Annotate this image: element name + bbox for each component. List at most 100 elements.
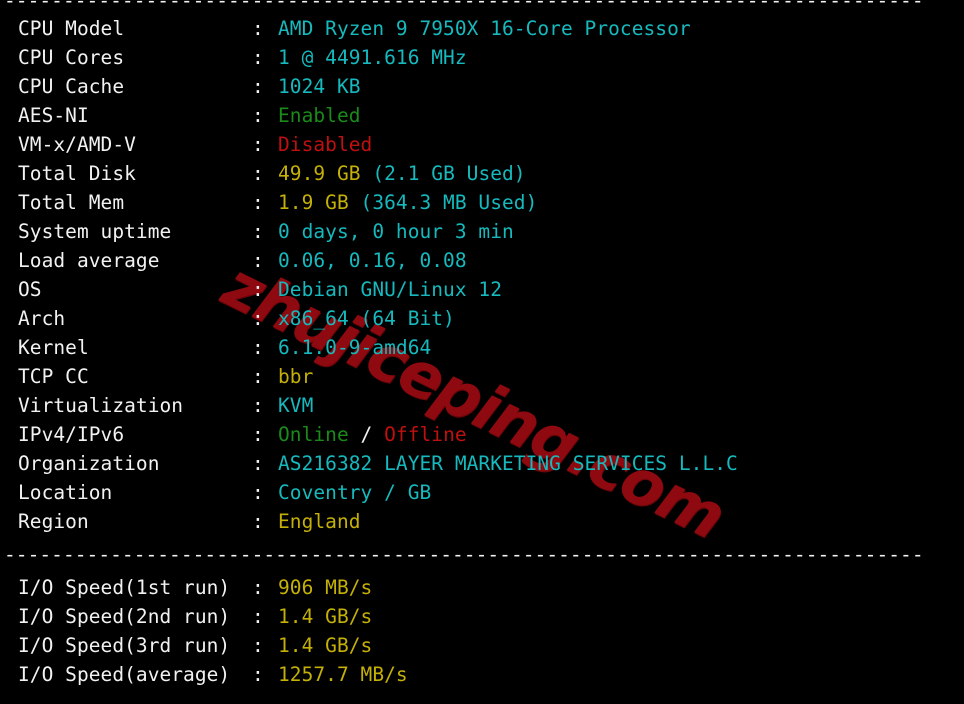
- value-segment: x86_64 (64 Bit): [278, 307, 455, 330]
- info-row: TCP CC: bbr: [0, 362, 964, 391]
- info-row: IPv4/IPv6: Online / Offline: [0, 420, 964, 449]
- info-row-value: 1.4 GB/s: [278, 634, 372, 657]
- info-row-label: I/O Speed(3rd run): [18, 634, 231, 657]
- info-row-value: England: [278, 510, 361, 533]
- value-segment: Coventry / GB: [278, 481, 432, 504]
- info-row-label: Total Mem: [18, 191, 125, 214]
- info-row: CPU Cores:1 @ 4491.616 MHz: [0, 43, 964, 72]
- info-row-colon: :: [252, 162, 264, 185]
- info-row: System uptime:0 days, 0 hour 3 min: [0, 217, 964, 246]
- info-row-colon: :: [252, 663, 264, 686]
- info-row: Virtualization: KVM: [0, 391, 964, 420]
- info-row-label: Organization: [18, 452, 160, 475]
- info-row-value: AS216382 LAYER MARKETING SERVICES L.L.C: [278, 452, 738, 475]
- value-segment: 1024 KB: [278, 75, 361, 98]
- value-segment: 6.1.0-9-amd64: [278, 336, 432, 359]
- info-row-colon: :: [252, 249, 264, 272]
- info-row-label: I/O Speed(2nd run): [18, 605, 231, 628]
- info-row: Location: Coventry / GB: [0, 478, 964, 507]
- system-info-section: CPU Model: AMD Ryzen 9 7950X 16-Core Proc…: [0, 14, 964, 536]
- info-row: I/O Speed(2nd run):1.4 GB/s: [0, 602, 964, 631]
- info-row-value: 0.06, 0.16, 0.08: [278, 249, 467, 272]
- info-row-label: CPU Cores: [18, 46, 125, 69]
- info-row: CPU Model: AMD Ryzen 9 7950X 16-Core Proc…: [0, 14, 964, 43]
- info-row-colon: :: [252, 278, 264, 301]
- info-row: I/O Speed(3rd run):1.4 GB/s: [0, 631, 964, 660]
- info-row: Total Mem:1.9 GB (364.3 MB Used): [0, 188, 964, 217]
- separator-middle: ----------------------------------------…: [4, 543, 922, 566]
- info-row-label: Region: [18, 510, 89, 533]
- info-row-value: Disabled: [278, 133, 372, 156]
- value-segment: 0.06, 0.16, 0.08: [278, 249, 467, 272]
- info-row-label: Location: [18, 481, 113, 504]
- info-row-colon: :: [252, 423, 264, 446]
- value-segment: Disabled: [278, 133, 373, 156]
- separator-top: ----------------------------------------…: [4, 0, 922, 12]
- value-segment: Online: [278, 423, 349, 446]
- info-row-value: 49.9 GB (2.1 GB Used): [278, 162, 526, 185]
- info-row-colon: :: [252, 46, 264, 69]
- info-row-colon: :: [252, 133, 264, 156]
- info-row-label: CPU Cache: [18, 75, 125, 98]
- value-segment: 1.4 GB/s: [278, 634, 373, 657]
- info-row-value: Coventry / GB: [278, 481, 431, 504]
- info-row-label: VM-x/AMD-V: [18, 133, 136, 156]
- info-row-colon: :: [252, 481, 264, 504]
- value-segment: Debian GNU/Linux 12: [278, 278, 503, 301]
- info-row-colon: :: [252, 634, 264, 657]
- info-row-value: 1.4 GB/s: [278, 605, 372, 628]
- info-row: Total Disk:49.9 GB (2.1 GB Used): [0, 159, 964, 188]
- info-row-value: AMD Ryzen 9 7950X 16-Core Processor: [278, 17, 691, 40]
- value-segment: 1257.7 MB/s: [278, 663, 408, 686]
- info-row-label: Kernel: [18, 336, 89, 359]
- info-row-label: System uptime: [18, 220, 172, 243]
- terminal-window[interactable]: zhujiceping.com ------------------------…: [0, 0, 964, 704]
- info-row-colon: :: [252, 307, 264, 330]
- info-row-colon: :: [252, 191, 264, 214]
- info-row-colon: :: [252, 394, 264, 417]
- info-row: AES-NI: Enabled: [0, 101, 964, 130]
- info-row: Region: England: [0, 507, 964, 536]
- info-row-label: Total Disk: [18, 162, 136, 185]
- terminal-output: ----------------------------------------…: [0, 0, 964, 704]
- info-row: Kernel:6.1.0-9-amd64: [0, 333, 964, 362]
- info-row: CPU Cache:1024 KB: [0, 72, 964, 101]
- info-row-label: I/O Speed(1st run): [18, 576, 231, 599]
- info-row: I/O Speed(average):1257.7 MB/s: [0, 660, 964, 689]
- info-row-colon: :: [252, 576, 264, 599]
- info-row-colon: :: [252, 336, 264, 359]
- value-segment: 49.9 GB: [278, 162, 373, 185]
- info-row: OS: Debian GNU/Linux 12: [0, 275, 964, 304]
- value-segment: /: [348, 423, 385, 446]
- info-row: VM-x/AMD-V: Disabled: [0, 130, 964, 159]
- info-row: Organization: AS216382 LAYER MARKETING SE…: [0, 449, 964, 478]
- value-segment: 1.9 GB: [278, 191, 361, 214]
- value-segment: (364.3 MB Used): [360, 191, 538, 214]
- info-row-colon: :: [252, 17, 264, 40]
- info-row-label: Virtualization: [18, 394, 184, 417]
- value-segment: 0 days, 0 hour 3 min: [278, 220, 514, 243]
- info-row-value: KVM: [278, 394, 313, 417]
- value-segment: bbr: [278, 365, 314, 388]
- separator-bottom: ----------------------------------------…: [4, 695, 922, 704]
- info-row-label: I/O Speed(average): [18, 663, 231, 686]
- info-row-value: 1257.7 MB/s: [278, 663, 408, 686]
- info-row-colon: :: [252, 220, 264, 243]
- value-segment: AMD Ryzen 9 7950X 16-Core Processor: [278, 17, 691, 40]
- value-segment: 906 MB/s: [278, 576, 373, 599]
- info-row-colon: :: [252, 605, 264, 628]
- info-row-value: Debian GNU/Linux 12: [278, 278, 502, 301]
- info-row-colon: :: [252, 365, 264, 388]
- value-segment: 1.4 GB/s: [278, 605, 373, 628]
- info-row-colon: :: [252, 452, 264, 475]
- value-segment: (2.1 GB Used): [372, 162, 526, 185]
- info-row-label: Load average: [18, 249, 160, 272]
- info-row-value: 1024 KB: [278, 75, 361, 98]
- info-row-label: CPU Model: [18, 17, 125, 40]
- info-row: Load average:0.06, 0.16, 0.08: [0, 246, 964, 275]
- info-row-colon: :: [252, 510, 264, 533]
- info-row: I/O Speed(1st run):906 MB/s: [0, 573, 964, 602]
- info-row-colon: :: [252, 75, 264, 98]
- info-row-value: 906 MB/s: [278, 576, 372, 599]
- value-segment: AS216382 LAYER MARKETING SERVICES L.L.C: [278, 452, 738, 475]
